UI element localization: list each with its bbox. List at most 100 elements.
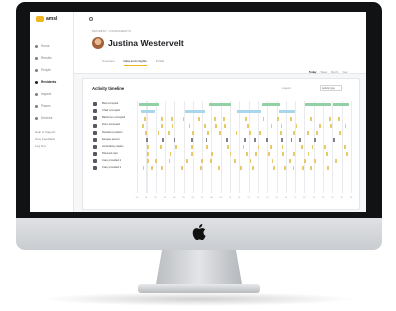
activity-tick[interactable] xyxy=(310,116,313,121)
activity-tick[interactable] xyxy=(169,152,172,157)
tab-data-and-insights[interactable]: Data and insights xyxy=(123,59,147,66)
activity-tick[interactable] xyxy=(180,166,183,171)
activity-tick[interactable] xyxy=(323,145,326,150)
activity-bar[interactable] xyxy=(333,102,349,107)
activity-tick[interactable] xyxy=(150,166,153,171)
activity-tick[interactable] xyxy=(188,123,191,128)
activity-tick[interactable] xyxy=(281,152,284,157)
activity-tick[interactable] xyxy=(142,166,145,171)
activity-tick[interactable] xyxy=(301,145,304,150)
activity-tick[interactable] xyxy=(254,152,257,157)
activity-tick[interactable] xyxy=(160,116,163,121)
activity-tick[interactable] xyxy=(259,130,262,135)
sidebar-item-people[interactable]: People xyxy=(30,64,74,76)
range-week[interactable]: Week xyxy=(320,71,327,74)
activity-tick[interactable] xyxy=(295,123,298,128)
activity-tick[interactable] xyxy=(281,137,284,142)
activity-tick[interactable] xyxy=(185,159,188,164)
activity-tick[interactable] xyxy=(284,166,286,171)
activity-tick[interactable] xyxy=(157,130,160,135)
activity-tick[interactable] xyxy=(328,116,331,121)
activity-tick[interactable] xyxy=(346,152,349,157)
activity-tick[interactable] xyxy=(197,116,200,121)
activity-tick[interactable] xyxy=(246,152,249,157)
activity-tick[interactable] xyxy=(143,116,146,121)
activity-tick[interactable] xyxy=(229,152,232,157)
activity-bar[interactable] xyxy=(141,109,155,114)
sidebar-link[interactable]: Give Feedback xyxy=(35,137,55,144)
activity-tick[interactable] xyxy=(268,152,270,157)
activity-bar[interactable] xyxy=(185,109,205,114)
activity-tick[interactable] xyxy=(306,130,309,135)
activity-tick[interactable] xyxy=(235,130,238,135)
activity-tick[interactable] xyxy=(182,116,185,121)
tab-profile[interactable]: Profile xyxy=(156,59,165,66)
range-today[interactable]: Today xyxy=(309,71,316,74)
activity-tick[interactable] xyxy=(161,166,164,171)
activity-tick[interactable] xyxy=(191,137,194,142)
activity-tick[interactable] xyxy=(201,159,203,164)
activity-tick[interactable] xyxy=(205,137,208,142)
activity-tick[interactable] xyxy=(191,152,194,157)
activity-tick[interactable] xyxy=(270,123,273,128)
range-year[interactable]: Year xyxy=(342,71,347,74)
sidebar-item-home[interactable]: Home xyxy=(30,40,74,52)
activity-tick[interactable] xyxy=(293,130,296,135)
activity-bar[interactable] xyxy=(139,102,159,107)
activity-tick[interactable] xyxy=(262,116,265,121)
activity-tick[interactable] xyxy=(173,137,176,142)
sidebar-item-results[interactable]: Results xyxy=(30,52,74,64)
activity-tick[interactable] xyxy=(211,152,214,157)
activity-tick[interactable] xyxy=(205,145,208,150)
activity-tick[interactable] xyxy=(146,145,149,150)
activity-tick[interactable] xyxy=(335,159,337,164)
activity-tick[interactable] xyxy=(280,123,283,128)
activity-tick[interactable] xyxy=(329,123,332,128)
activity-tick[interactable] xyxy=(146,159,149,164)
activity-tick[interactable] xyxy=(339,130,341,135)
activity-tick[interactable] xyxy=(248,130,251,135)
activity-tick[interactable] xyxy=(257,145,260,150)
activity-tick[interactable] xyxy=(145,130,147,135)
activity-tick[interactable] xyxy=(168,159,171,164)
activity-tick[interactable] xyxy=(304,159,307,164)
activity-tick[interactable] xyxy=(210,159,213,164)
activity-tick[interactable] xyxy=(344,145,346,150)
activity-bar[interactable] xyxy=(305,102,331,107)
activity-tick[interactable] xyxy=(234,159,237,164)
activity-tick[interactable] xyxy=(307,152,310,157)
activity-tick[interactable] xyxy=(161,123,163,128)
activity-tick[interactable] xyxy=(171,123,174,128)
sidebar-item-inspect[interactable]: Inspect xyxy=(30,88,74,100)
sidebar-item-devices[interactable]: Devices xyxy=(30,112,74,124)
breadcrumb[interactable]: RESIDENT / ASSESSMENTS xyxy=(92,30,131,33)
activity-tick[interactable] xyxy=(314,159,317,164)
activity-tick[interactable] xyxy=(190,145,193,150)
activity-tick[interactable] xyxy=(269,145,272,150)
activity-tick[interactable] xyxy=(223,116,225,121)
activity-tick[interactable] xyxy=(266,137,268,142)
activity-tick[interactable] xyxy=(242,145,245,150)
activity-tick[interactable] xyxy=(289,116,292,121)
activity-tick[interactable] xyxy=(142,123,145,128)
activity-type-select[interactable]: Activity type xyxy=(320,85,342,91)
activity-tick[interactable] xyxy=(215,123,218,128)
activity-tick[interactable] xyxy=(310,166,313,171)
sidebar-link[interactable]: Log Out xyxy=(35,144,55,151)
activity-tick[interactable] xyxy=(292,166,295,171)
activity-tick[interactable] xyxy=(271,159,274,164)
sidebar-link[interactable]: Help & Support xyxy=(35,130,55,137)
activity-tick[interactable] xyxy=(154,159,157,164)
activity-tick[interactable] xyxy=(311,145,314,150)
activity-tick[interactable] xyxy=(204,123,207,128)
activity-tick[interactable] xyxy=(318,123,321,128)
activity-tick[interactable] xyxy=(213,116,216,121)
activity-tick[interactable] xyxy=(174,145,177,150)
activity-tick[interactable] xyxy=(199,166,202,171)
activity-tick[interactable] xyxy=(161,137,164,142)
activity-tick[interactable] xyxy=(218,130,221,135)
activity-tick[interactable] xyxy=(240,166,243,171)
activity-tick[interactable] xyxy=(344,123,347,128)
activity-tick[interactable] xyxy=(249,159,252,164)
sidebar-item-places[interactable]: Places xyxy=(30,100,74,112)
